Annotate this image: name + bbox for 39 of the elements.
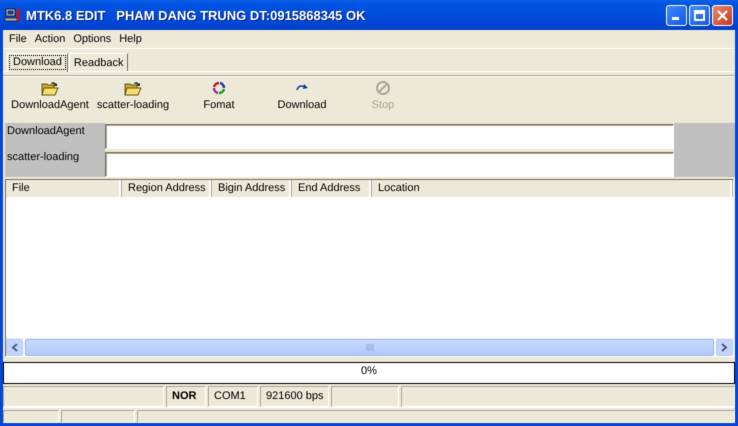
input-field[interactable] (105, 152, 674, 177)
minimize-button[interactable] (666, 4, 687, 26)
tab[interactable]: Readback (68, 53, 128, 71)
input-field[interactable] (105, 124, 674, 149)
left-chevron-icon (11, 343, 18, 352)
side-panel (674, 123, 735, 177)
menu-item[interactable]: Options (69, 33, 116, 45)
window-title: MTK6.8 EDIT PHAM DANG TRUNG DT:0915868345 OK (26, 8, 367, 22)
menu-item[interactable]: Help (115, 33, 146, 45)
minimize-icon (672, 17, 678, 20)
scroll-left-button[interactable] (6, 339, 23, 356)
circular-arrows-icon (212, 80, 226, 96)
folder-icon (41, 80, 59, 96)
status-port: COM1 (208, 386, 258, 407)
toolbar-button[interactable]: DownloadAgent (7, 80, 93, 119)
maximize-button[interactable] (689, 4, 710, 26)
folder-icon (124, 80, 142, 96)
toolbar-button[interactable]: scatter-loading (93, 80, 173, 119)
close-button[interactable] (712, 4, 733, 26)
app-icon (5, 8, 21, 22)
status-panel (3, 410, 59, 423)
status-panel (331, 386, 399, 407)
grip-icon (366, 344, 374, 351)
progress-text: 0% (361, 365, 377, 377)
menu-item[interactable]: File (5, 33, 31, 45)
scroll-right-button[interactable] (716, 339, 733, 356)
close-icon (717, 10, 728, 20)
field-label: DownloadAgent (7, 125, 86, 139)
toolbar-button[interactable]: Download (265, 80, 339, 119)
scrollbar-thumb[interactable] (25, 339, 714, 356)
maximize-icon (694, 10, 705, 20)
toolbar-button[interactable]: Fomat (173, 80, 265, 119)
menu-item[interactable]: Action (30, 33, 70, 45)
stop-icon (375, 80, 391, 96)
tab[interactable]: Download (7, 53, 68, 72)
status-baud: 921600 bps (260, 386, 329, 407)
field-label: scatter-loading (7, 151, 80, 165)
right-chevron-icon (721, 343, 728, 352)
status-mode: NOR (166, 386, 206, 407)
